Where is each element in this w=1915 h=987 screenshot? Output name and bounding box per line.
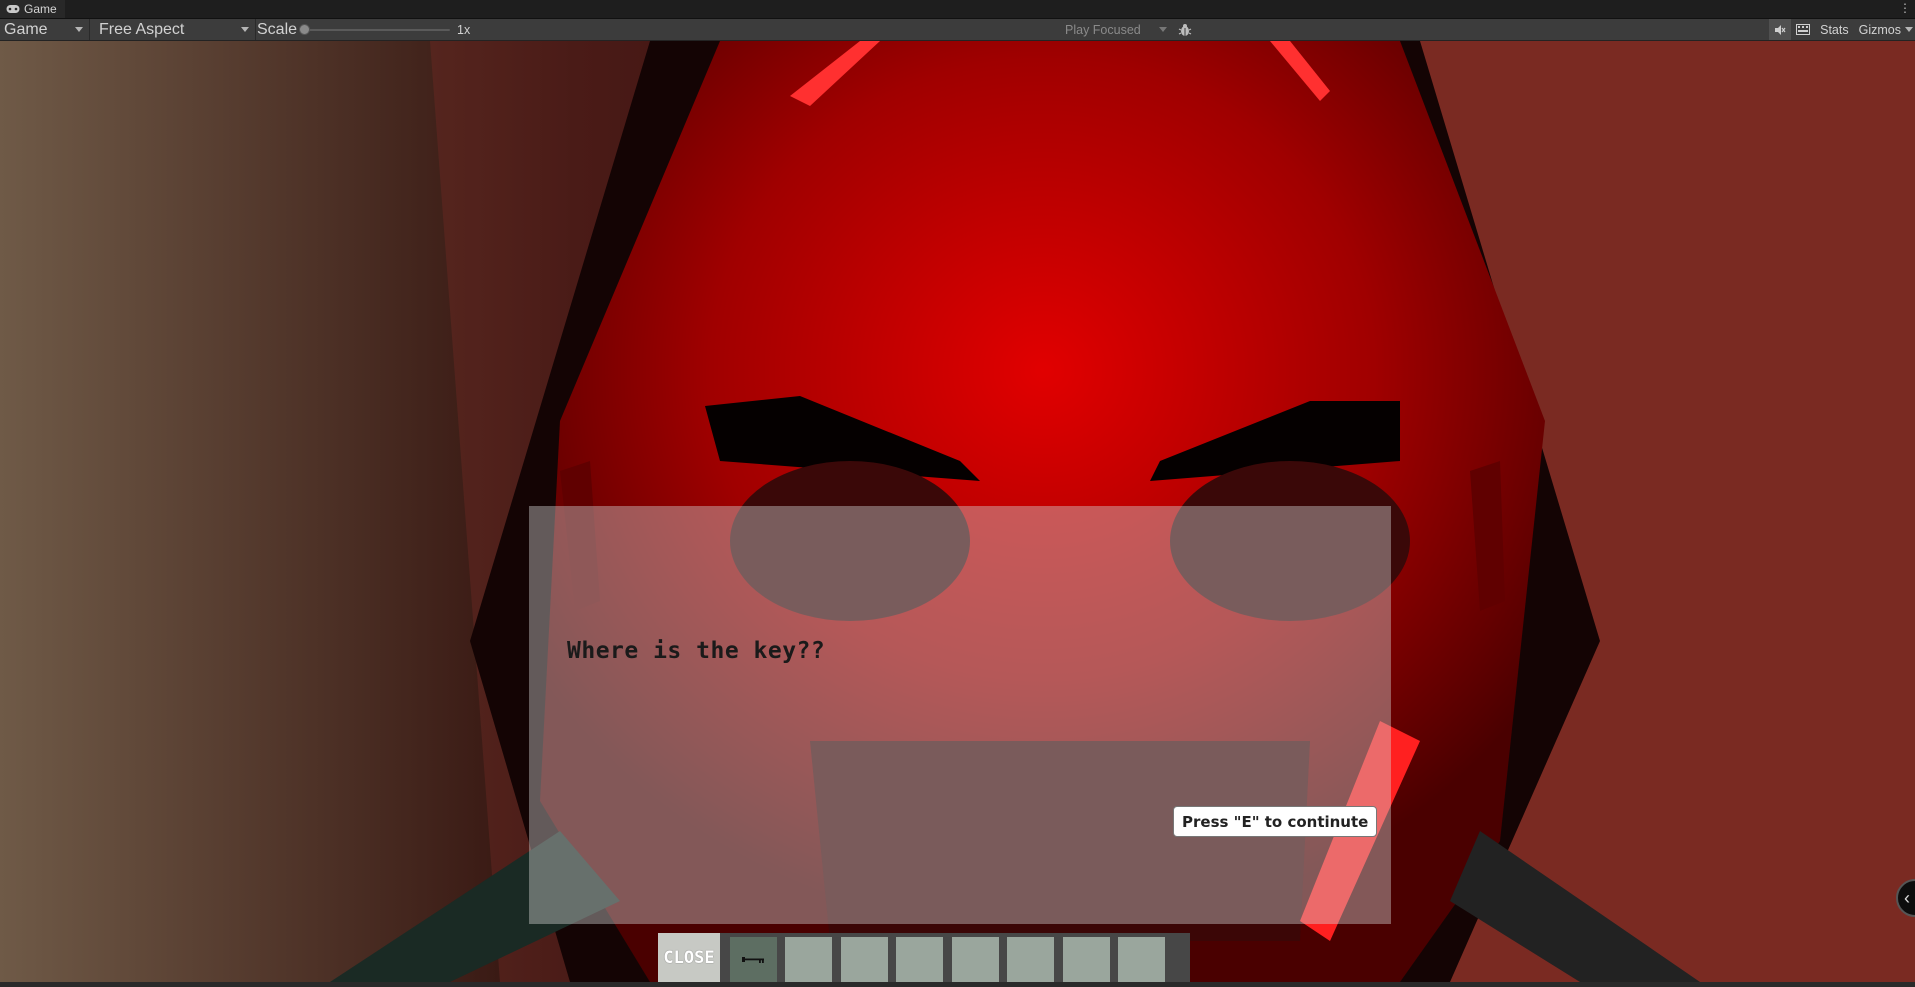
window-tab-bar: Game ⋮ [0,0,1915,19]
aspect-dropdown[interactable]: Free Aspect [95,19,256,40]
right-toolbar: Stats Gizmos [1769,19,1915,40]
inventory-slot[interactable] [1007,937,1054,982]
speaker-mute-icon [1775,24,1786,35]
chevron-left-icon: ‹ [1904,887,1910,908]
gamepad-icon [6,5,20,13]
scale-slider-track[interactable] [305,29,450,31]
chevron-down-icon [1159,27,1167,32]
game-viewport[interactable]: Where is the key?? Press "E" to continut… [0,41,1915,982]
debug-bug-icon[interactable] [1176,21,1193,38]
view-dropdown[interactable]: Game [0,19,90,40]
inventory-slot[interactable] [1063,937,1110,982]
inventory-hotbar: CLOSE [658,933,1190,982]
more-options-icon[interactable]: ⋮ [1899,1,1911,15]
view-dropdown-label: Game [4,20,48,38]
play-mode-dropdown[interactable]: Play Focused [1065,19,1169,40]
bottom-border [0,982,1915,987]
mute-audio-button[interactable] [1769,19,1792,40]
chevron-down-icon [75,27,83,32]
shortcuts-button[interactable] [1791,19,1815,40]
close-button[interactable]: CLOSE [658,933,720,982]
chevron-down-icon [1905,27,1913,32]
dialog-box: Where is the key?? Press "E" to continut… [529,506,1391,924]
inventory-slot[interactable] [952,937,999,982]
play-mode-label: Play Focused [1065,22,1141,37]
scale-label: Scale [257,20,298,38]
stats-button[interactable]: Stats [1815,19,1854,40]
inventory-slot[interactable] [1118,937,1165,982]
inventory-slot[interactable] [785,937,832,982]
tab-game[interactable]: Game [0,0,65,18]
inventory-slot[interactable] [841,937,888,982]
gizmos-label: Gizmos [1858,22,1901,37]
scale-value: 1x [457,22,471,37]
inventory-slot[interactable] [896,937,943,982]
continue-prompt-button[interactable]: Press "E" to continute [1173,806,1378,837]
inventory-slot[interactable] [730,937,777,982]
tab-title: Game [24,2,57,16]
key-icon [742,957,764,963]
aspect-dropdown-label: Free Aspect [99,20,185,38]
gizmos-dropdown[interactable]: Gizmos [1854,19,1915,40]
scale-slider-handle[interactable] [299,24,310,35]
keyboard-icon [1796,24,1811,35]
dialog-text: Where is the key?? [567,638,826,664]
chevron-down-icon [241,27,249,32]
